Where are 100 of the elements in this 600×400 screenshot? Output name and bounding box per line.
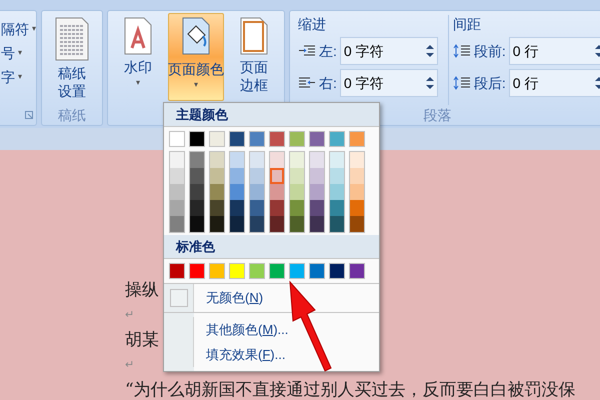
- color-swatch[interactable]: [209, 131, 225, 147]
- color-swatch[interactable]: [250, 184, 264, 200]
- color-swatch[interactable]: [350, 184, 364, 200]
- color-swatch[interactable]: [270, 152, 284, 168]
- menu-item[interactable]: 无颜色(N): [194, 288, 264, 308]
- color-swatch[interactable]: [290, 200, 304, 216]
- color-swatch[interactable]: [310, 184, 324, 200]
- paragraph-mark: ↵: [125, 358, 134, 373]
- color-swatch[interactable]: [249, 263, 265, 279]
- field-label: 右:: [319, 74, 337, 92]
- color-swatch[interactable]: [289, 263, 305, 279]
- section-heading: 主题颜色: [176, 106, 228, 124]
- color-swatch[interactable]: [350, 200, 364, 216]
- color-swatch[interactable]: [270, 216, 284, 232]
- color-swatch[interactable]: [170, 200, 184, 216]
- line-spacing-icon: [452, 76, 471, 90]
- color-swatch[interactable]: [250, 200, 264, 216]
- color-swatch[interactable]: [290, 184, 304, 200]
- color-swatch[interactable]: [309, 131, 325, 147]
- color-swatch[interactable]: [210, 184, 224, 200]
- color-swatch[interactable]: [290, 168, 304, 184]
- color-swatch[interactable]: [229, 131, 245, 147]
- spin-field[interactable]: 0 字符: [340, 37, 438, 65]
- color-swatch[interactable]: [349, 131, 365, 147]
- color-swatch[interactable]: [350, 216, 364, 232]
- color-swatch[interactable]: [330, 216, 344, 232]
- color-swatch[interactable]: [229, 263, 245, 279]
- group-label: 段落: [423, 106, 452, 124]
- color-swatch[interactable]: [250, 152, 264, 168]
- color-swatch[interactable]: [269, 131, 285, 147]
- watermark-page-icon: [122, 16, 154, 56]
- color-swatch[interactable]: [330, 168, 344, 184]
- color-swatch[interactable]: [170, 184, 184, 200]
- color-swatch[interactable]: [310, 152, 324, 168]
- section-label: 间距: [452, 15, 482, 33]
- color-swatch[interactable]: [230, 200, 244, 216]
- color-swatch[interactable]: [270, 168, 284, 184]
- spinner-arrows-icon: [426, 76, 434, 90]
- color-swatch[interactable]: [230, 216, 244, 232]
- color-swatch[interactable]: [289, 131, 305, 147]
- body-text: 胡某: [125, 329, 159, 352]
- color-swatch[interactable]: [210, 200, 224, 216]
- section-label: 缩进: [298, 15, 327, 33]
- color-swatch[interactable]: [350, 152, 364, 168]
- ribbon-button[interactable]: 页面边框: [226, 13, 282, 101]
- color-swatch[interactable]: [310, 200, 324, 216]
- color-swatch[interactable]: [329, 263, 345, 279]
- color-swatch[interactable]: [330, 200, 344, 216]
- paint-bucket-page-icon: [180, 16, 212, 56]
- color-swatch[interactable]: [270, 200, 284, 216]
- color-swatch[interactable]: [230, 152, 244, 168]
- color-swatch[interactable]: [250, 168, 264, 184]
- spin-field[interactable]: 0 字符: [340, 69, 438, 97]
- color-swatch[interactable]: [169, 131, 185, 147]
- field-label: 段前:: [474, 42, 506, 60]
- ribbon-menu-button[interactable]: 隔符 ▾: [1, 19, 36, 39]
- color-swatch[interactable]: [310, 216, 324, 232]
- color-swatch[interactable]: [210, 216, 224, 232]
- spin-field[interactable]: 0 行: [508, 37, 600, 65]
- color-swatch[interactable]: [249, 131, 265, 147]
- color-swatch[interactable]: [290, 216, 304, 232]
- color-swatch[interactable]: [210, 152, 224, 168]
- color-swatch[interactable]: [170, 152, 184, 168]
- color-swatch[interactable]: [350, 168, 364, 184]
- color-swatch[interactable]: [270, 184, 284, 200]
- spin-field[interactable]: 0 行: [508, 69, 600, 97]
- color-swatch[interactable]: [330, 152, 344, 168]
- color-swatch[interactable]: [310, 168, 324, 184]
- ribbon-menu-button[interactable]: 号 ▾: [1, 43, 36, 63]
- color-swatch[interactable]: [330, 184, 344, 200]
- color-swatch[interactable]: [189, 131, 205, 147]
- color-swatch[interactable]: [209, 263, 225, 279]
- color-swatch[interactable]: [189, 263, 205, 279]
- color-swatch[interactable]: [250, 216, 264, 232]
- ribbon-button[interactable]: 水印 ▾: [110, 13, 166, 101]
- color-swatch[interactable]: [230, 168, 244, 184]
- menu-item[interactable]: 填充效果(F)...: [194, 344, 286, 364]
- color-swatch[interactable]: [329, 131, 345, 147]
- color-swatch[interactable]: [190, 200, 204, 216]
- ribbon-menu-button[interactable]: 字 ▾: [1, 67, 36, 87]
- color-swatch[interactable]: [190, 152, 204, 168]
- color-swatch[interactable]: [190, 216, 204, 232]
- color-swatch[interactable]: [169, 263, 185, 279]
- color-swatch[interactable]: [210, 168, 224, 184]
- ribbon-button[interactable]: 稿纸设置: [44, 13, 100, 101]
- ribbon-button[interactable]: 页面颜色 ▾: [168, 13, 224, 101]
- color-swatch[interactable]: [170, 168, 184, 184]
- page-border-icon: [238, 16, 270, 56]
- color-swatch[interactable]: [290, 152, 304, 168]
- color-swatch[interactable]: [170, 216, 184, 232]
- menu-item[interactable]: 其他颜色(M)...: [194, 320, 288, 340]
- color-swatch[interactable]: [190, 168, 204, 184]
- color-swatch[interactable]: [269, 263, 285, 279]
- color-swatch[interactable]: [349, 263, 365, 279]
- color-swatch[interactable]: [309, 263, 325, 279]
- indent-right-icon: [298, 77, 316, 89]
- color-swatch[interactable]: [190, 184, 204, 200]
- color-swatch[interactable]: [230, 184, 244, 200]
- field-label: 段后:: [474, 74, 506, 92]
- line-spacing-icon: [452, 44, 471, 58]
